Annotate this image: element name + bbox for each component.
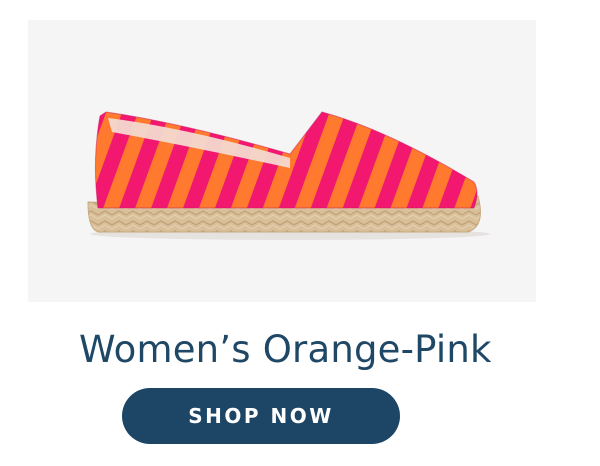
shop-now-button[interactable]: SHOP NOW: [122, 388, 400, 444]
product-image[interactable]: [28, 20, 536, 302]
espadrille-shoe-icon: [87, 111, 490, 240]
product-title[interactable]: Women’s Orange-Pink: [79, 322, 539, 378]
